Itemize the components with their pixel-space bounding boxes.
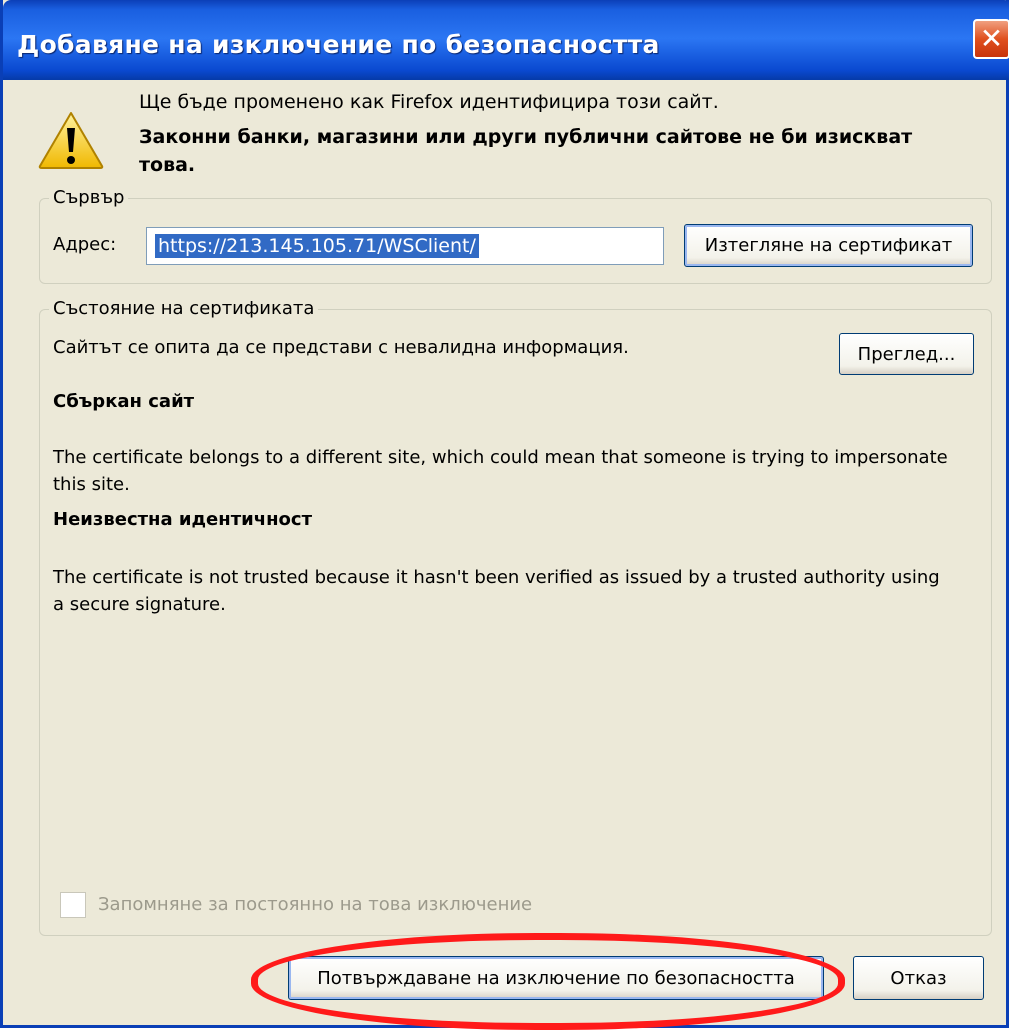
message-line-2: Законни банки, магазини или други публич… [139, 126, 913, 176]
title-bar[interactable]: Добавяне на изключение по безопасността … [3, 0, 1009, 80]
address-input-value: https://213.145.105.71/WSClient/ [155, 234, 479, 258]
cancel-button[interactable]: Отказ [853, 956, 984, 1000]
warning-icon [38, 112, 104, 169]
unknown-identity-text: The certificate is not trusted because i… [53, 567, 940, 615]
get-certificate-button[interactable]: Изтегляне на сертификат [684, 224, 973, 267]
address-input[interactable]: https://213.145.105.71/WSClient/ [146, 227, 664, 265]
address-label: Адрес: [53, 234, 117, 255]
dialog-body: Ще бъде променено как Firefox идентифици… [3, 80, 1006, 1030]
security-exception-dialog: Добавяне на изключение по безопасността … [0, 0, 1009, 1030]
certificate-status-legend: Състояние на сертификата [49, 298, 319, 319]
red-highlight-annotation [251, 933, 845, 1030]
wrong-site-text: The certificate belongs to a different s… [53, 447, 948, 495]
view-certificate-button[interactable]: Преглед... [839, 333, 974, 375]
close-icon: ✕ [979, 22, 1004, 55]
message-line-1: Ще бъде променено как Firefox идентифици… [139, 91, 719, 113]
server-legend: Сървър [49, 187, 129, 208]
remember-exception-label: Запомняне за постоянно на това изключени… [98, 894, 533, 915]
unknown-identity-title: Неизвестна идентичност [53, 509, 312, 530]
close-button[interactable]: ✕ [973, 19, 1009, 59]
wrong-site-title: Сбъркан сайт [53, 391, 195, 412]
window-title: Добавяне на изключение по безопасността [17, 30, 660, 59]
remember-exception-checkbox[interactable] [60, 892, 86, 918]
certificate-status-text: Сайтът се опита да се представи с невали… [53, 337, 629, 358]
